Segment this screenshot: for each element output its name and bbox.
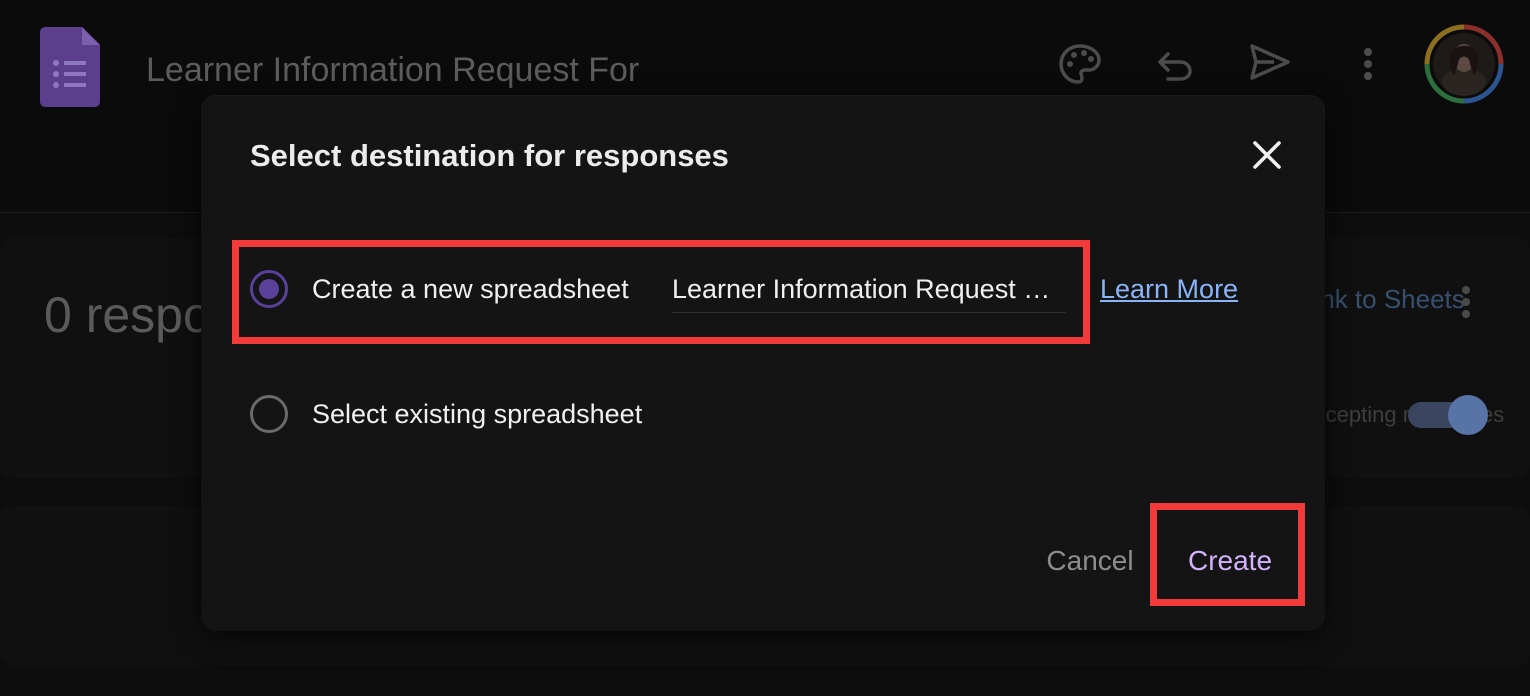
- dialog-title: Select destination for responses: [250, 138, 729, 173]
- link-to-sheets-button[interactable]: Link to Sheets: [1300, 284, 1465, 314]
- undo-icon[interactable]: [1152, 40, 1200, 88]
- send-icon[interactable]: [1246, 38, 1294, 86]
- account-avatar[interactable]: [1424, 24, 1504, 104]
- option-label-select-existing: Select existing spreadsheet: [312, 399, 643, 429]
- toggle-thumb: [1448, 395, 1488, 435]
- close-icon[interactable]: [1242, 130, 1292, 180]
- more-vert-icon[interactable]: [1344, 40, 1392, 88]
- new-spreadsheet-name-field[interactable]: [672, 266, 1066, 313]
- responses-more-icon[interactable]: [1448, 280, 1484, 324]
- forms-editor-page: Learner Information Request Form 0 respo…: [0, 0, 1530, 696]
- document-title[interactable]: Learner Information Request Form: [146, 50, 640, 90]
- radio-select-existing[interactable]: [250, 395, 288, 433]
- cancel-button[interactable]: Cancel: [1030, 538, 1150, 584]
- radio-create-new[interactable]: [250, 270, 288, 308]
- create-button[interactable]: Create: [1172, 538, 1288, 584]
- option-create-new-spreadsheet[interactable]: Create a new spreadsheet: [250, 266, 629, 312]
- option-select-existing-spreadsheet[interactable]: Select existing spreadsheet: [250, 391, 642, 437]
- option-label-create-new: Create a new spreadsheet: [312, 274, 629, 304]
- palette-icon[interactable]: [1056, 40, 1104, 88]
- accepting-responses-toggle[interactable]: [1406, 394, 1488, 436]
- google-forms-logo: [40, 27, 100, 107]
- response-destination-dialog: Select destination for responses Create …: [202, 96, 1324, 630]
- learn-more-link[interactable]: Learn More: [1100, 272, 1238, 306]
